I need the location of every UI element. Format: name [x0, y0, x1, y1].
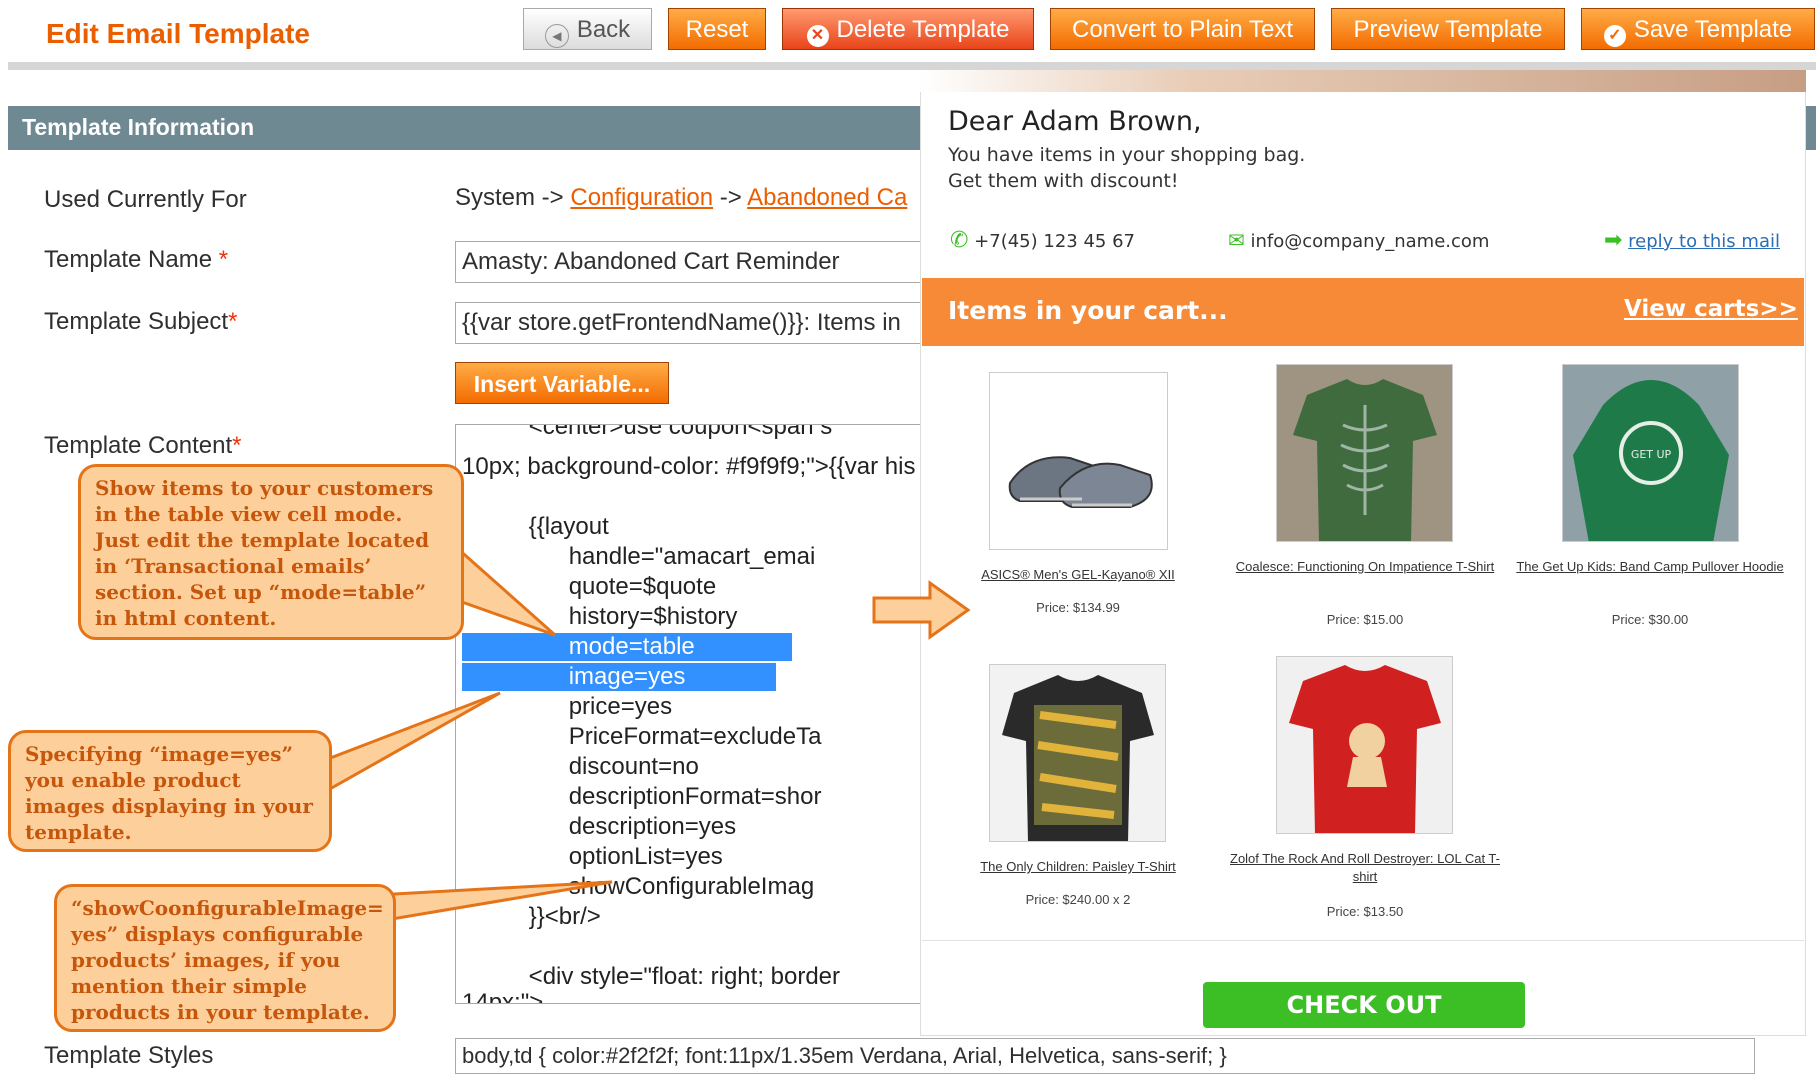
callout-configurable-image: “showCoonfigurableImage= yes” displays c…: [54, 884, 396, 1032]
callout-image-yes: Specifying “image=yes” you enable produc…: [8, 730, 332, 852]
callout-table-mode: Show items to your customers in the tabl…: [78, 464, 464, 640]
